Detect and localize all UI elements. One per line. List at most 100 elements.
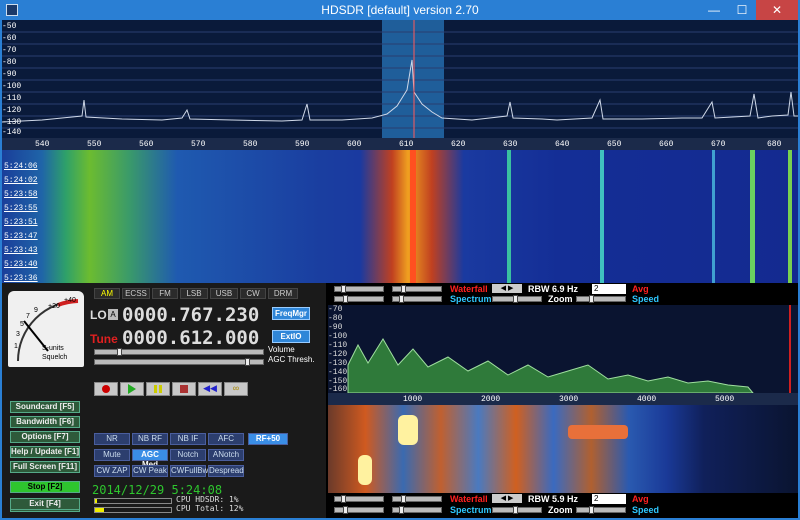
cw-peak-button[interactable]: CW Peak [132,465,168,477]
nr-button[interactable]: NR [94,433,130,445]
s-meter-tick: 9 [34,307,38,314]
spectrum-slider[interactable] [392,506,442,514]
waterfall-slider[interactable] [334,495,384,503]
slider-knob[interactable] [341,285,346,293]
agc-med-button[interactable]: AGC Med [132,449,168,469]
minimize-window-button[interactable]: — [700,0,728,20]
tune-label: Tune [90,332,118,346]
s-meter: 1 3 5 7 9 +20 +40 S-units Squelch [8,291,84,367]
exit-button[interactable]: Exit [F4] [10,498,80,510]
mode-fm-button[interactable]: FM [152,288,178,299]
options-button[interactable]: Options [F7] [10,431,80,443]
s-meter-tick: +20 [48,303,60,310]
cw-zap-button[interactable]: CW ZAP [94,465,130,477]
zoom-slider[interactable] [492,295,542,303]
rbw-label: RBW 6.9 Hz [528,284,579,294]
despread-button[interactable]: Despread [208,465,244,477]
loop-button[interactable]: ∞ [224,382,248,396]
stop-button[interactable]: Stop [F2] [10,481,80,493]
window-title: HDSDR [default] version 2.70 [321,3,479,17]
volume-slider[interactable] [94,348,264,356]
waterfall-slider[interactable] [392,285,442,293]
slider-knob[interactable] [401,285,406,293]
audio-hotspot [358,455,372,485]
rbw-stepper[interactable]: ◀ ▶ [492,284,522,293]
zoom-slider[interactable] [492,506,542,514]
mode-lsb-button[interactable]: LSB [180,288,208,299]
slider-knob[interactable] [343,295,348,303]
audio-waterfall[interactable] [328,405,798,493]
rf-waterfall[interactable]: 5:24:06 5:24:02 5:23:58 5:23:55 5:23:51 … [2,150,798,283]
freq-tick-label: 660 [659,140,674,149]
slider-knob[interactable] [589,295,594,303]
slider-knob[interactable] [341,495,346,503]
waterfall-slider[interactable] [392,495,442,503]
freq-tick-label: 680 [767,140,782,149]
mode-drm-button[interactable]: DRM [268,288,298,299]
mode-ecss-button[interactable]: ECSS [122,288,150,299]
pause-icon [154,385,162,393]
soundcard-button[interactable]: Soundcard [F5] [10,401,80,413]
speed-slider[interactable] [576,295,626,303]
anotch-button[interactable]: ANotch [208,449,244,461]
bandwidth-button[interactable]: Bandwidth [F6] [10,416,80,428]
rf-y-label: -80 [2,58,17,67]
stop-playback-button[interactable] [172,382,196,396]
full-screen-button[interactable]: Full Screen [F11] [10,461,80,473]
mute-button[interactable]: Mute [94,449,130,461]
record-button[interactable] [94,382,118,396]
extio-button[interactable]: ExtIO [272,330,310,343]
rf-spectrum[interactable]: -50 -60 -70 -80 -90 -100 -110 -120 -130 … [2,20,798,138]
close-window-button[interactable]: ✕ [756,0,798,20]
slider-knob[interactable] [513,295,518,303]
afc-button[interactable]: AFC [208,433,244,445]
pause-button[interactable] [146,382,170,396]
squelch-label: Squelch [42,354,68,361]
notch-button[interactable]: Notch [170,449,206,461]
play-button[interactable] [120,382,144,396]
nb-rf-button[interactable]: NB RF [132,433,168,445]
waterfall-time: 5:24:06 [4,162,38,171]
mode-usb-button[interactable]: USB [210,288,238,299]
spectrum-slider[interactable] [392,295,442,303]
freq-tick-label: 540 [35,140,50,149]
cw-fullbw-button[interactable]: CWFullBw [170,465,208,477]
mode-cw-button[interactable]: CW [240,288,266,299]
lo-frequency[interactable]: 0000.767.230 [122,304,259,326]
slider-knob[interactable] [513,506,518,514]
avg-select[interactable]: 2 [592,494,626,504]
tune-frequency[interactable]: 0000.612.000 [122,327,259,349]
mode-am-button[interactable]: AM [94,288,120,299]
lo-a-tag[interactable]: A [108,309,118,320]
rf50-button[interactable]: RF+50 [248,433,288,445]
spectrum-slider[interactable] [334,506,384,514]
audio-spectrum[interactable]: -70 -80 -90 -100 -110 -120 -130 -140 -15… [328,305,798,394]
spectrum-slider[interactable] [334,295,384,303]
help-update-button[interactable]: Help / Update [F1] [10,446,80,458]
agc-threshold-slider[interactable] [94,358,264,366]
loop-icon: ∞ [232,383,240,393]
slider-knob[interactable] [343,506,348,514]
slider-knob[interactable] [401,495,406,503]
slider-knob[interactable] [399,506,404,514]
avg-select[interactable]: 2 [592,284,626,294]
speed-label: Speed [632,505,660,515]
signal-trace [750,150,755,283]
slider-knob[interactable] [589,506,594,514]
freqmgr-button[interactable]: FreqMgr [272,307,310,320]
slider-knob[interactable] [399,295,404,303]
freq-tick-label: 550 [87,140,102,149]
rewind-button[interactable]: ◀◀ [198,382,222,396]
agc-knob[interactable] [245,358,250,366]
speed-slider[interactable] [576,506,626,514]
nb-if-button[interactable]: NB IF [170,433,206,445]
cpu-hdsdr-label: CPU HDSDR: 1% [176,495,239,504]
audio-frequency-axis[interactable]: 1000 2000 3000 4000 5000 [328,393,798,405]
waterfall-slider[interactable] [334,285,384,293]
frequency-axis[interactable]: 540 550 560 570 580 590 600 610 620 630 … [2,138,798,150]
rf-y-label: -90 [2,70,17,79]
maximize-window-button[interactable]: ☐ [728,0,756,20]
audio-hotspot [568,425,628,439]
volume-knob[interactable] [117,348,122,356]
rbw-stepper[interactable]: ◀ ▶ [492,494,522,503]
